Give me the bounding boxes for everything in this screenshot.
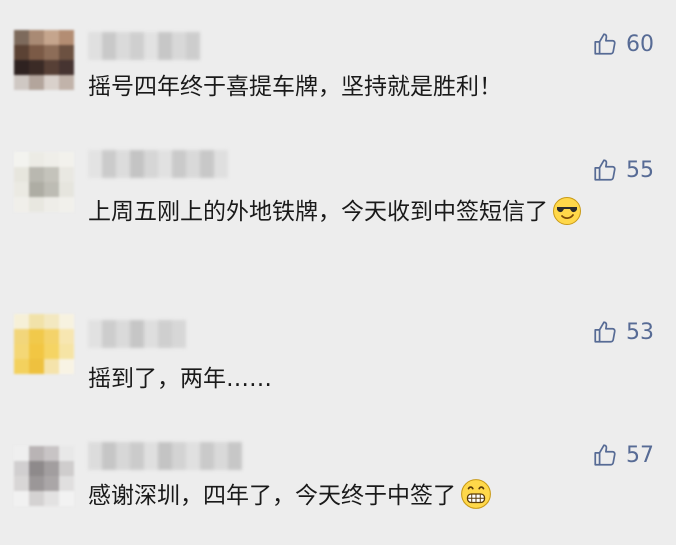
avatar[interactable] xyxy=(14,152,74,212)
comment-item: 53 摇到了，两年…… xyxy=(0,290,676,420)
avatar[interactable] xyxy=(14,314,74,374)
comment-item: 60 摇号四年终于喜提车牌，坚持就是胜利！ xyxy=(0,0,676,120)
thumbs-up-icon xyxy=(594,444,616,466)
comment-text: 摇到了，两年…… xyxy=(88,360,636,398)
cool-face-emoji xyxy=(552,196,582,238)
comment-text-content: 摇号四年终于喜提车牌，坚持就是胜利！ xyxy=(88,74,502,100)
thumbs-up-icon xyxy=(594,33,616,55)
avatar[interactable] xyxy=(14,30,74,90)
like-count: 55 xyxy=(626,157,654,183)
like-count: 57 xyxy=(626,442,654,468)
like-button[interactable]: 53 xyxy=(592,319,654,345)
thumbs-up-icon xyxy=(594,321,616,343)
avatar[interactable] xyxy=(14,446,74,506)
comment-text-content: 摇到了，两年…… xyxy=(88,366,272,392)
like-count: 60 xyxy=(626,31,654,57)
thumbs-up-icon xyxy=(594,159,616,181)
username-blurred[interactable] xyxy=(88,320,186,348)
comment-text-content: 感谢深圳，四年了，今天终于中签了 xyxy=(88,483,456,509)
like-button[interactable]: 55 xyxy=(592,157,654,183)
username-blurred[interactable] xyxy=(88,150,228,178)
username-blurred[interactable] xyxy=(88,32,200,60)
username-blurred[interactable] xyxy=(88,442,242,470)
comment-text-content: 上周五刚上的外地铁牌，今天收到中签短信了 xyxy=(88,199,548,225)
like-button[interactable]: 57 xyxy=(592,442,654,468)
grin-face-emoji xyxy=(460,478,492,522)
comment-text: 上周五刚上的外地铁牌，今天收到中签短信了 xyxy=(88,193,636,238)
comment-item: 55 上周五刚上的外地铁牌，今天收到中签短信了 xyxy=(0,120,676,290)
like-button[interactable]: 60 xyxy=(592,31,654,57)
comment-text: 感谢深圳，四年了，今天终于中签了 xyxy=(88,477,636,522)
comment-text: 摇号四年终于喜提车牌，坚持就是胜利！ xyxy=(88,68,636,106)
like-count: 53 xyxy=(626,319,654,345)
comment-item: 57 感谢深圳，四年了，今天终于中签了 xyxy=(0,420,676,545)
